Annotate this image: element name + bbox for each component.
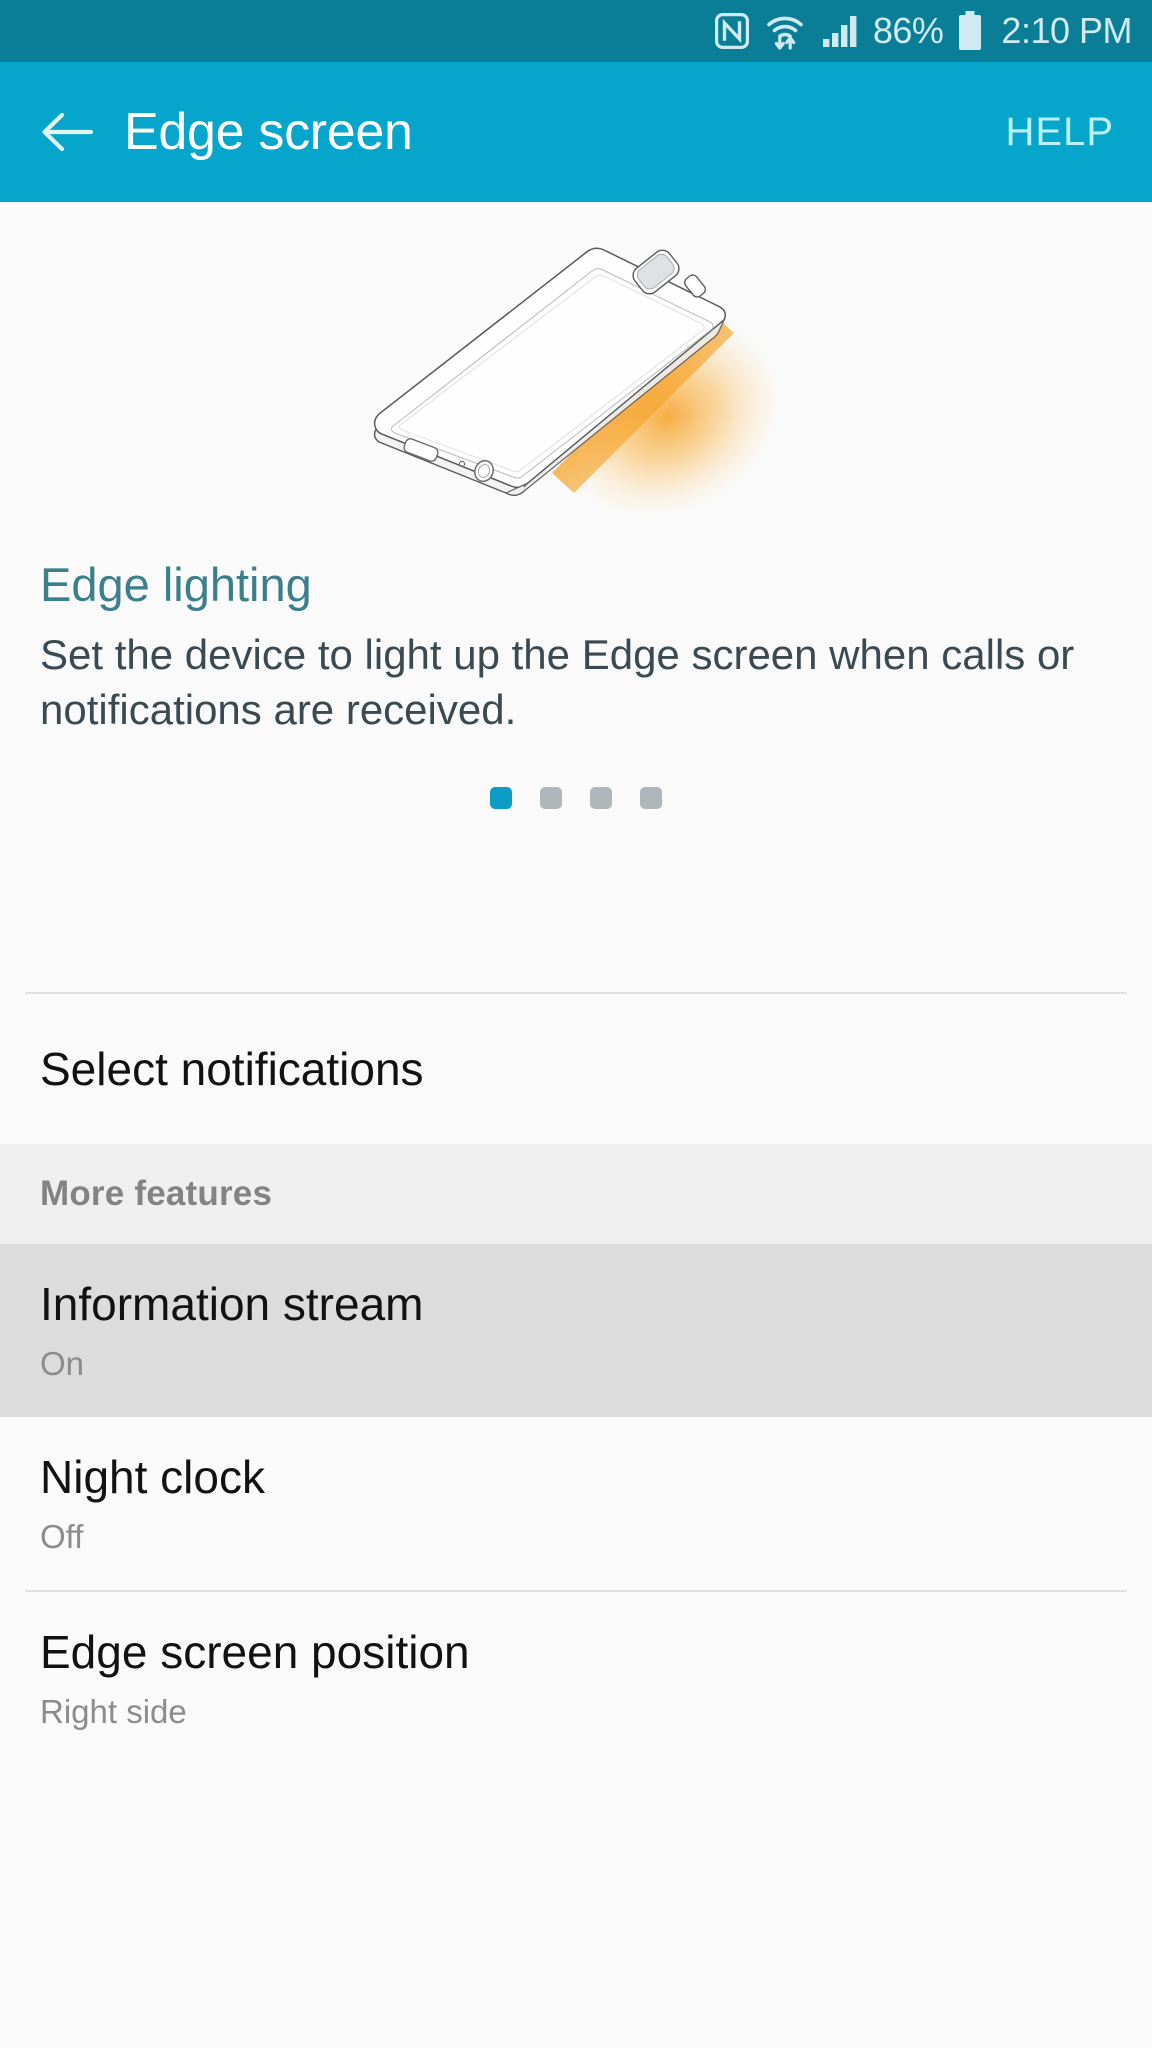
battery-percent-label: 86%: [872, 10, 944, 51]
edge-lighting-carousel[interactable]: Edge lighting Set the device to light up…: [0, 202, 1152, 992]
list-item-information-stream[interactable]: Information stream On: [0, 1244, 1152, 1417]
edge-screen-settings-page: 86% 2:10 PM Edge screen HELP Edge lighti…: [0, 0, 1152, 2048]
battery-icon: [957, 11, 983, 51]
back-button[interactable]: [36, 101, 98, 163]
page-indicator[interactable]: [0, 787, 1152, 809]
list-item-value: Right side: [40, 1692, 187, 1730]
signal-icon: [821, 13, 859, 49]
illustration-container: [0, 216, 1152, 546]
help-button[interactable]: HELP: [992, 100, 1129, 165]
list-item-title: Select notifications: [40, 1042, 424, 1095]
hero-description: Set the device to light up the Edge scre…: [40, 631, 1075, 734]
list-item-edge-screen-position[interactable]: Edge screen position Right side: [0, 1592, 1152, 1765]
wifi-icon: [765, 12, 805, 50]
list-item-select-notifications[interactable]: Select notifications: [0, 994, 1152, 1144]
page-indicator-dot-1[interactable]: [490, 787, 512, 809]
hero-title: Edge lighting: [40, 558, 312, 611]
list-item-value: Off: [40, 1517, 84, 1555]
status-bar: 86% 2:10 PM: [0, 0, 1152, 62]
status-bar-icons: [714, 12, 859, 50]
action-bar: Edge screen HELP: [0, 62, 1152, 202]
list-item-value: On: [40, 1344, 85, 1382]
page-indicator-dot-2[interactable]: [540, 787, 562, 809]
list-item-title: Information stream: [40, 1278, 424, 1331]
list-item-night-clock[interactable]: Night clock Off: [0, 1417, 1152, 1590]
back-arrow-icon: [41, 111, 93, 153]
edge-lighting-phone-illustration: [316, 221, 836, 541]
section-header-more-features: More features: [0, 1144, 1152, 1244]
clock-label: 2:10 PM: [1001, 10, 1132, 51]
nfc-icon: [714, 13, 749, 49]
page-indicator-dot-3[interactable]: [590, 787, 612, 809]
section-header-label: More features: [40, 1174, 273, 1213]
page-title: Edge screen: [124, 103, 413, 161]
list-item-title: Night clock: [40, 1451, 265, 1504]
list-item-title: Edge screen position: [40, 1626, 470, 1679]
page-indicator-dot-4[interactable]: [640, 787, 662, 809]
